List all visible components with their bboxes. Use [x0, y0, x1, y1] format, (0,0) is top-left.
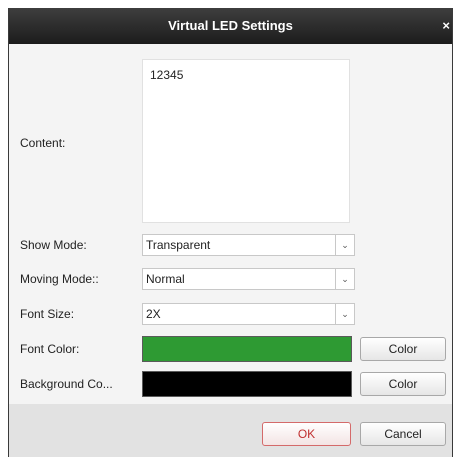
- background-color-button[interactable]: Color: [360, 372, 446, 396]
- chevron-down-icon[interactable]: ⌄: [335, 235, 354, 255]
- dialog-footer: OK Cancel: [9, 404, 452, 457]
- font-color-button[interactable]: Color: [360, 337, 446, 361]
- dialog-title: Virtual LED Settings: [168, 18, 293, 33]
- moving-mode-select[interactable]: Normal ⌄: [142, 268, 355, 290]
- font-color-swatch: [142, 336, 352, 362]
- font-size-label: Font Size:: [20, 307, 75, 321]
- chevron-down-icon[interactable]: ⌄: [335, 269, 354, 289]
- ok-button[interactable]: OK: [262, 422, 351, 446]
- content-textarea[interactable]: 12345: [142, 59, 350, 223]
- show-mode-label: Show Mode:: [20, 238, 87, 252]
- moving-mode-value: Normal: [146, 272, 185, 286]
- title-bar: Virtual LED Settings ×: [9, 8, 452, 44]
- font-size-select[interactable]: 2X ⌄: [142, 303, 355, 325]
- background-color-swatch: [142, 371, 352, 397]
- virtual-led-settings-dialog: Virtual LED Settings × Content: 12345 Sh…: [8, 8, 453, 457]
- close-icon[interactable]: ×: [442, 8, 450, 44]
- cancel-button[interactable]: Cancel: [360, 422, 446, 446]
- show-mode-select[interactable]: Transparent ⌄: [142, 234, 355, 256]
- font-size-value: 2X: [146, 307, 161, 321]
- show-mode-value: Transparent: [146, 238, 211, 252]
- content-label: Content:: [20, 136, 66, 150]
- chevron-down-icon[interactable]: ⌄: [335, 304, 354, 324]
- moving-mode-label: Moving Mode::: [20, 272, 99, 286]
- font-color-label: Font Color:: [20, 342, 80, 356]
- background-color-label: Background Co...: [20, 377, 113, 391]
